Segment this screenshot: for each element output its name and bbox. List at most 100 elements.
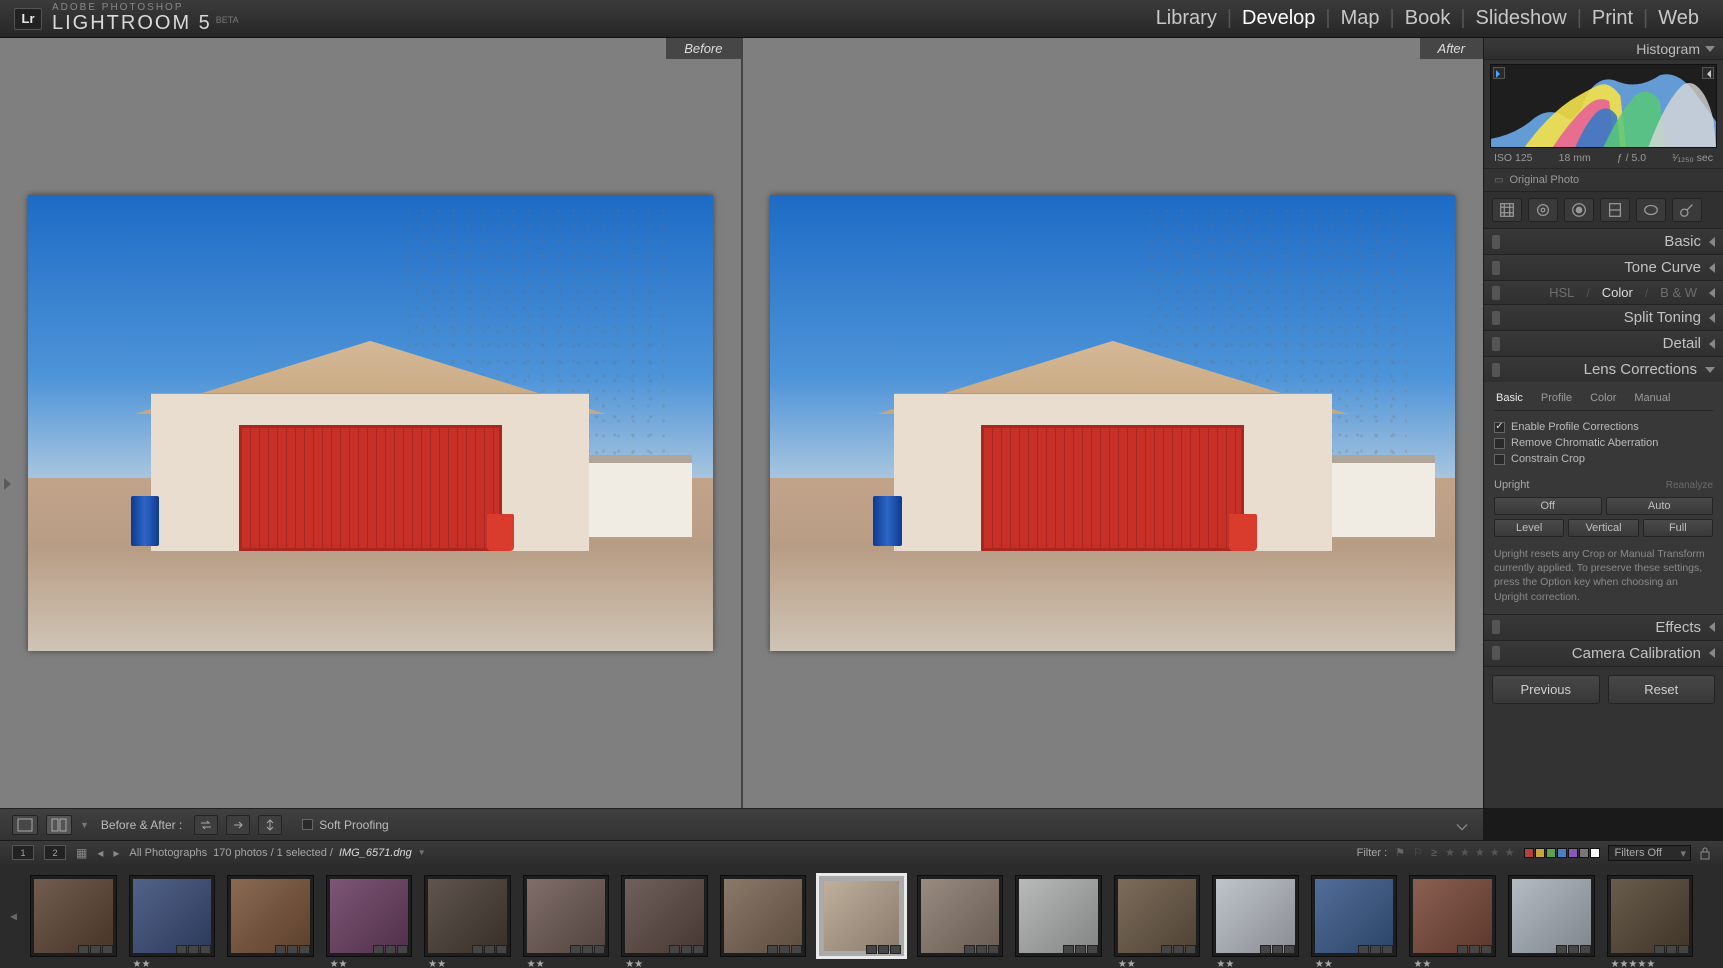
second-monitor-button[interactable]: 2 xyxy=(44,845,66,860)
flag-filter-icon[interactable]: ⚑ xyxy=(1395,846,1405,859)
thumbnail[interactable] xyxy=(1015,875,1102,957)
nav-web[interactable]: Web xyxy=(1648,7,1709,30)
bw-tab[interactable]: B & W xyxy=(1656,285,1701,300)
color-filter[interactable] xyxy=(1524,848,1600,858)
thumbnail[interactable]: ★★ xyxy=(1409,875,1496,957)
radial-filter-icon[interactable] xyxy=(1636,198,1666,222)
lens-corrections-panel-header[interactable]: Lens Corrections xyxy=(1484,357,1723,382)
remove-chromatic-aberration-checkbox[interactable]: Remove Chromatic Aberration xyxy=(1494,435,1713,451)
thumbnail[interactable]: ★★ xyxy=(1212,875,1299,957)
star-filter[interactable]: ★ ★ ★ ★ ★ xyxy=(1445,846,1516,859)
adjustment-brush-icon[interactable] xyxy=(1672,198,1702,222)
forward-arrow-icon[interactable]: ▸ xyxy=(113,846,119,860)
histogram[interactable] xyxy=(1490,64,1717,148)
loupe-view-button[interactable] xyxy=(12,815,38,835)
constrain-crop-checkbox[interactable]: Constrain Crop xyxy=(1494,451,1713,467)
upright-vertical-button[interactable]: Vertical xyxy=(1568,519,1638,537)
nav-book[interactable]: Book xyxy=(1395,7,1461,30)
shadow-clipping-icon[interactable] xyxy=(1493,67,1505,79)
panel-switch-icon[interactable] xyxy=(1492,286,1500,300)
soft-proofing-checkbox[interactable]: Soft Proofing xyxy=(302,818,388,832)
filter-lock-icon[interactable] xyxy=(1699,846,1711,860)
nav-slideshow[interactable]: Slideshow xyxy=(1466,7,1577,30)
thumbnail[interactable]: ★★ xyxy=(1311,875,1398,957)
hsl-tab[interactable]: HSL xyxy=(1545,285,1578,300)
thumbnail[interactable]: ★★ xyxy=(1114,875,1201,957)
reset-button[interactable]: Reset xyxy=(1608,675,1716,704)
hsl-panel-header[interactable]: HSL/ Color/ B & W xyxy=(1484,281,1723,304)
thumbnail[interactable]: ★★ xyxy=(523,875,610,957)
upright-level-button[interactable]: Level xyxy=(1494,519,1564,537)
thumbnail[interactable]: ★★ xyxy=(129,875,216,957)
panel-switch-icon[interactable] xyxy=(1492,261,1500,275)
color-swatch[interactable] xyxy=(1557,848,1567,858)
panel-switch-icon[interactable] xyxy=(1492,235,1500,249)
spot-removal-icon[interactable] xyxy=(1528,198,1558,222)
reanalyze-button[interactable]: Reanalyze xyxy=(1666,480,1713,491)
color-swatch[interactable] xyxy=(1579,848,1589,858)
flag-reject-icon[interactable]: ⚐ xyxy=(1413,846,1423,859)
previous-button[interactable]: Previous xyxy=(1492,675,1600,704)
upright-full-button[interactable]: Full xyxy=(1643,519,1713,537)
enable-profile-corrections-checkbox[interactable]: Enable Profile Corrections xyxy=(1494,419,1713,435)
nav-develop[interactable]: Develop xyxy=(1232,7,1325,30)
source-path[interactable]: All Photographs 170 photos / 1 selected … xyxy=(129,847,425,859)
thumbnail[interactable] xyxy=(1508,875,1595,957)
color-swatch[interactable] xyxy=(1546,848,1556,858)
split-toning-panel-header[interactable]: Split Toning xyxy=(1484,305,1723,330)
tone-curve-panel-header[interactable]: Tone Curve xyxy=(1484,255,1723,280)
upright-off-button[interactable]: Off xyxy=(1494,497,1602,515)
thumbnail[interactable]: ★★ xyxy=(326,875,413,957)
filmstrip-collapse-icon[interactable]: ◂ xyxy=(6,904,21,929)
thumbnail[interactable] xyxy=(30,875,117,957)
toolbar-dropdown[interactable] xyxy=(1453,818,1471,832)
color-swatch[interactable] xyxy=(1524,848,1534,858)
detail-panel-header[interactable]: Detail xyxy=(1484,331,1723,356)
after-pane[interactable]: After xyxy=(741,38,1484,808)
tab-color[interactable]: Color xyxy=(1588,390,1618,406)
thumbnail[interactable] xyxy=(227,875,314,957)
left-panel-expand[interactable] xyxy=(0,464,14,504)
effects-panel-header[interactable]: Effects xyxy=(1484,615,1723,640)
panel-switch-icon[interactable] xyxy=(1492,620,1500,634)
thumbnail[interactable] xyxy=(818,875,905,957)
color-swatch[interactable] xyxy=(1590,848,1600,858)
thumbnail[interactable]: ★★ xyxy=(621,875,708,957)
swap-button[interactable] xyxy=(194,815,218,835)
redeye-tool-icon[interactable] xyxy=(1564,198,1594,222)
color-tab[interactable]: Color xyxy=(1598,285,1637,300)
original-photo-toggle[interactable]: Original Photo xyxy=(1484,168,1723,192)
filmstrip[interactable]: ◂ ★★★★★★★★★★★★★★★★★★★★★★★ xyxy=(0,864,1723,968)
upright-auto-button[interactable]: Auto xyxy=(1606,497,1714,515)
thumbnail[interactable] xyxy=(720,875,807,957)
basic-panel-header[interactable]: Basic xyxy=(1484,229,1723,254)
thumbnail[interactable]: ★★★★★ xyxy=(1607,875,1694,957)
color-swatch[interactable] xyxy=(1568,848,1578,858)
back-arrow-icon[interactable]: ◂ xyxy=(97,846,103,860)
histogram-header[interactable]: Histogram xyxy=(1484,38,1723,60)
before-pane[interactable]: Before xyxy=(0,38,741,808)
copy-after-button[interactable] xyxy=(258,815,282,835)
nav-library[interactable]: Library xyxy=(1146,7,1227,30)
crop-tool-icon[interactable] xyxy=(1492,198,1522,222)
panel-switch-icon[interactable] xyxy=(1492,337,1500,351)
copy-before-button[interactable] xyxy=(226,815,250,835)
highlight-clipping-icon[interactable] xyxy=(1702,67,1714,79)
tab-manual[interactable]: Manual xyxy=(1632,390,1672,406)
nav-print[interactable]: Print xyxy=(1582,7,1643,30)
thumbnail[interactable] xyxy=(917,875,1004,957)
compare-view-button[interactable] xyxy=(46,815,72,835)
filters-dropdown[interactable]: Filters Off xyxy=(1608,845,1691,861)
camera-calibration-panel-header[interactable]: Camera Calibration xyxy=(1484,641,1723,666)
tab-basic[interactable]: Basic xyxy=(1494,390,1525,406)
grid-icon[interactable]: ▦ xyxy=(76,846,87,860)
main-monitor-button[interactable]: 1 xyxy=(12,845,34,860)
graduated-filter-icon[interactable] xyxy=(1600,198,1630,222)
color-swatch[interactable] xyxy=(1535,848,1545,858)
panel-switch-icon[interactable] xyxy=(1492,363,1500,377)
nav-map[interactable]: Map xyxy=(1331,7,1390,30)
panel-switch-icon[interactable] xyxy=(1492,311,1500,325)
thumbnail[interactable]: ★★ xyxy=(424,875,511,957)
panel-switch-icon[interactable] xyxy=(1492,646,1500,660)
tab-profile[interactable]: Profile xyxy=(1539,390,1574,406)
